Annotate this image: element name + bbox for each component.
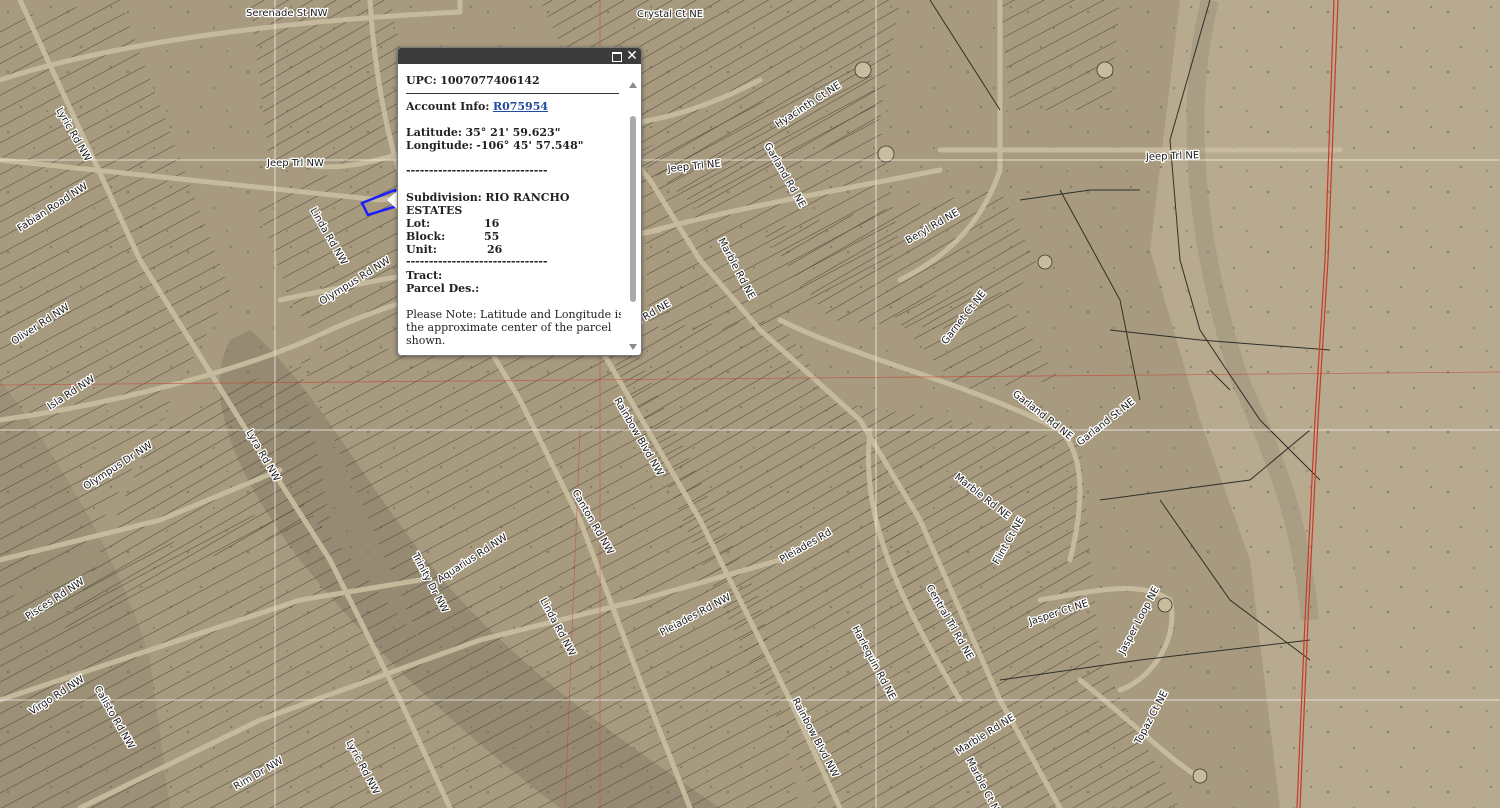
road-label: Crystal Ct NE bbox=[637, 9, 703, 20]
longitude-row: Longitude: -106° 45' 57.548" bbox=[406, 139, 583, 152]
note-line-3: shown. bbox=[406, 334, 446, 347]
note-line-2: the approximate center of the parcel bbox=[406, 321, 612, 334]
lot-value: 16 bbox=[484, 217, 500, 230]
popup-titlebar[interactable]: ✕ bbox=[398, 48, 641, 64]
upc-label: UPC: bbox=[406, 74, 437, 87]
aerial-parcel-map[interactable]: Serenade St NW Crystal Ct NE Jeep Trl NW… bbox=[0, 0, 1500, 808]
divider bbox=[406, 93, 619, 94]
longitude-value: -106° 45' 57.548" bbox=[476, 139, 584, 152]
block-value: 55 bbox=[484, 230, 500, 243]
upc-row: UPC: 1007077406142 bbox=[406, 74, 540, 87]
parcel-des-label: Parcel Des.: bbox=[406, 282, 480, 295]
road-label: Jeep Trl NW bbox=[266, 158, 324, 169]
tract-label: Tract: bbox=[406, 269, 443, 282]
longitude-label: Longitude: bbox=[406, 139, 473, 152]
account-label: Account Info: bbox=[406, 100, 490, 113]
popup-content: UPC: 1007077406142 Account Info: R075954… bbox=[406, 64, 621, 352]
block-row: Block: 55 bbox=[406, 230, 499, 243]
account-row: Account Info: R075954 bbox=[406, 100, 548, 113]
latitude-row: Latitude: 35° 21' 59.623" bbox=[406, 126, 560, 139]
scroll-down-arrow-icon[interactable] bbox=[629, 344, 637, 350]
account-link[interactable]: R075954 bbox=[493, 100, 548, 113]
parcel-info-popup: ✕ UPC: 1007077406142 Account Info: R0759… bbox=[397, 47, 642, 356]
separator: ------------------------------- bbox=[406, 164, 548, 177]
maximize-icon[interactable] bbox=[611, 50, 623, 62]
lot-label: Lot: bbox=[406, 217, 431, 230]
latitude-value: 35° 21' 59.623" bbox=[465, 126, 561, 139]
separator: ------------------------------- bbox=[406, 255, 548, 268]
lot-row: Lot: 16 bbox=[406, 217, 499, 230]
subdivision-label: Subdivision: bbox=[406, 191, 482, 204]
road-label: Serenade St NW bbox=[246, 8, 328, 19]
block-label: Block: bbox=[406, 230, 446, 243]
subdivision-row: Subdivision: RIO RANCHO bbox=[406, 191, 570, 204]
scroll-thumb[interactable] bbox=[630, 116, 636, 302]
upc-value: 1007077406142 bbox=[440, 74, 540, 87]
note-line-1: Please Note: Latitude and Longitude is bbox=[406, 308, 621, 321]
scroll-up-arrow-icon[interactable] bbox=[629, 82, 637, 88]
close-icon[interactable]: ✕ bbox=[626, 49, 638, 63]
latitude-label: Latitude: bbox=[406, 126, 462, 139]
subdivision-value-cont: ESTATES bbox=[406, 204, 463, 217]
popup-scrollbar[interactable] bbox=[627, 80, 639, 352]
subdivision-value: RIO RANCHO bbox=[485, 191, 570, 204]
road-label: Jeep Trl NE bbox=[1145, 150, 1200, 163]
